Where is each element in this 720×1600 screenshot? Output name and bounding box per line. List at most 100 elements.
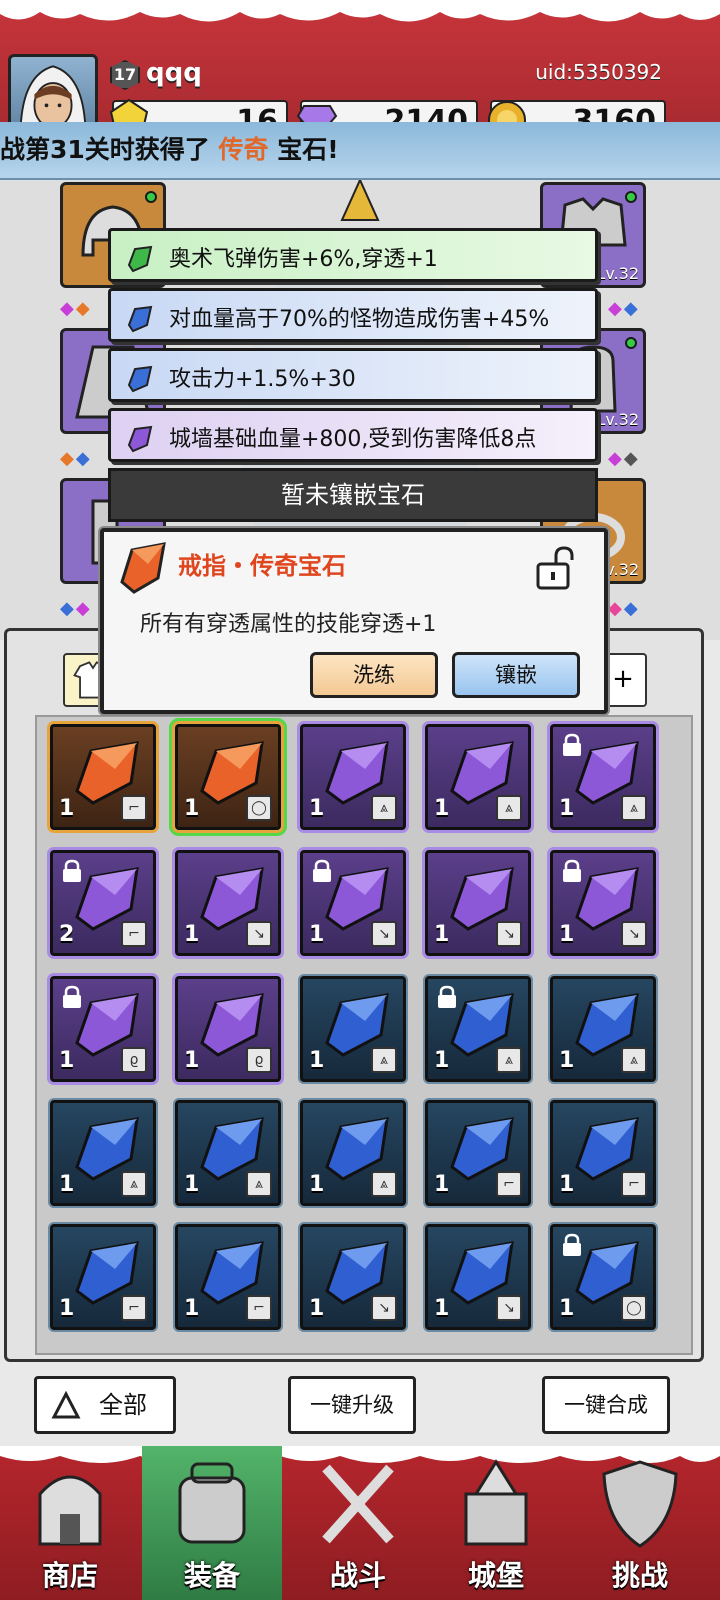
- slot-level: Lv.32: [596, 264, 639, 283]
- gem-sockets-right-2: ◆◆: [608, 448, 640, 469]
- nav-label: 战斗: [329, 1559, 386, 1592]
- gem-count: 1: [434, 796, 450, 821]
- gem-stat-text: 对血量高于70%的怪物造成伤害+45%: [169, 307, 550, 332]
- gem-cell[interactable]: 1 ⩓: [175, 1100, 281, 1206]
- gem-count: 1: [434, 1172, 450, 1197]
- green-gem-icon: [127, 245, 153, 273]
- armor-type-icon: ⩓: [371, 795, 397, 821]
- filter-all-button[interactable]: 全部: [34, 1376, 176, 1434]
- gem-cell[interactable]: 1 ⩓: [550, 976, 656, 1082]
- gem-count: 2: [59, 922, 75, 947]
- empty-gem-socket[interactable]: 暂未镶嵌宝石: [108, 468, 598, 522]
- gem-stat-text: 城墙基础血量+800,受到伤害降低8点: [169, 427, 537, 452]
- gem-count: 1: [184, 1296, 200, 1321]
- gem-count: 1: [309, 796, 325, 821]
- merge-all-button[interactable]: 一键合成: [542, 1376, 670, 1434]
- armor-type-icon: ⩓: [371, 1171, 397, 1197]
- gem-stat-row[interactable]: 奥术飞弹伤害+6%,穿透+1: [108, 228, 598, 282]
- gem-sockets-left-3: ◆◆: [60, 598, 92, 619]
- wand-type-icon: ↘: [246, 921, 272, 947]
- gem-stat-row[interactable]: 对血量高于70%的怪物造成伤害+45%: [108, 288, 598, 342]
- orange-gem-icon: [120, 542, 166, 594]
- gem-cell[interactable]: 1 ↘: [550, 850, 656, 956]
- gem-stat-text: 攻击力+1.5%+30: [169, 367, 356, 392]
- boot-type-icon: ⌐: [246, 1295, 272, 1321]
- gem-cell[interactable]: 1 ↘: [300, 1224, 406, 1330]
- refine-button[interactable]: 洗练: [310, 652, 438, 698]
- boot-type-icon: ⌐: [121, 1295, 147, 1321]
- gem-count: 1: [309, 922, 325, 947]
- backpack-icon: [178, 1462, 246, 1544]
- cloak-type-icon: ⩓: [496, 1047, 522, 1073]
- gem-cell[interactable]: 1 ⩓: [300, 1100, 406, 1206]
- gem-cell[interactable]: 1 ↘: [300, 850, 406, 956]
- gem-cell[interactable]: 1 ↘: [425, 850, 531, 956]
- gem-cell[interactable]: 1 ↘: [425, 1224, 531, 1330]
- gem-cell[interactable]: 1 ◯: [175, 724, 281, 830]
- gem-count: 1: [559, 1296, 575, 1321]
- nav-label: 挑战: [611, 1559, 668, 1592]
- gem-stat-row[interactable]: 攻击力+1.5%+30: [108, 348, 598, 402]
- popup-title: 戒指・传奇宝石: [178, 552, 346, 580]
- filter-label: 全部: [99, 1391, 147, 1419]
- nav-shop[interactable]: 商店: [0, 1446, 140, 1600]
- gem-cell[interactable]: 1 ⌐: [550, 1100, 656, 1206]
- gem-stat-row[interactable]: 城墙基础血量+800,受到伤害降低8点: [108, 408, 598, 462]
- gem-cell[interactable]: 1 ⌐: [425, 1100, 531, 1206]
- gem-count: 1: [559, 922, 575, 947]
- lock-icon: [438, 985, 456, 1008]
- inlay-button[interactable]: 镶嵌: [452, 652, 580, 698]
- announcement-highlight: 传奇: [218, 135, 269, 164]
- gem-count: 1: [434, 1048, 450, 1073]
- app-root: 17 qqq uid:5350392 16 2140 3160 战第31关时获得…: [0, 0, 720, 1600]
- nav-backpack[interactable]: 装备: [142, 1446, 282, 1600]
- gem-cell[interactable]: 1 ↘: [175, 850, 281, 956]
- shield-icon: [602, 1460, 678, 1548]
- lock-icon: [313, 859, 331, 882]
- upgrade-all-button[interactable]: 一键升级: [288, 1376, 416, 1434]
- gem-cell[interactable]: 1 ⩓: [50, 1100, 156, 1206]
- crossed-swords-icon: [322, 1464, 394, 1544]
- nav-castle[interactable]: 城堡: [426, 1446, 566, 1600]
- boot-type-icon: ⌐: [496, 1171, 522, 1197]
- necklace-type-icon: ϱ: [246, 1047, 272, 1073]
- gem-count: 1: [434, 1296, 450, 1321]
- nav-label: 商店: [41, 1559, 98, 1592]
- gem-count: 1: [309, 1172, 325, 1197]
- unlock-icon[interactable]: [534, 544, 578, 592]
- gem-cell[interactable]: 2 ⌐: [50, 850, 156, 956]
- cloak-type-icon: ⩓: [621, 1047, 647, 1073]
- gem-cell[interactable]: 1 ⩓: [300, 976, 406, 1082]
- gem-count: 1: [59, 1296, 75, 1321]
- gem-cell[interactable]: 1 ◯: [550, 1224, 656, 1330]
- nav-label: 装备: [183, 1559, 240, 1592]
- gem-cell[interactable]: 1 ⩓: [425, 976, 531, 1082]
- armor-type-icon: ⩓: [121, 1171, 147, 1197]
- player-uid: uid:5350392: [535, 60, 662, 84]
- boot-type-icon: ⌐: [621, 1171, 647, 1197]
- nav-crossed-swords[interactable]: 战斗: [288, 1446, 428, 1600]
- gem-cell[interactable]: 1 ⌐: [50, 1224, 156, 1330]
- gem-stat-text: 奥术飞弹伤害+6%,穿透+1: [169, 247, 438, 272]
- equipped-indicator: [625, 191, 637, 203]
- gem-cell[interactable]: 1 ⩓: [300, 724, 406, 830]
- triangle-up-icon: [51, 1391, 81, 1419]
- gem-count: 1: [59, 1172, 75, 1197]
- gem-cell[interactable]: 1ϱ: [175, 976, 281, 1082]
- snow-decoration: [0, 0, 720, 22]
- gem-cell[interactable]: 1 ⩓: [550, 724, 656, 830]
- gem-count: 1: [184, 796, 200, 821]
- gem-cell[interactable]: 1 ⩓: [425, 724, 531, 830]
- gem-sockets-left-2: ◆◆: [60, 448, 92, 469]
- lock-icon: [563, 733, 581, 756]
- gem-count: 1: [59, 1048, 75, 1073]
- gem-cell[interactable]: 1ϱ: [50, 976, 156, 1082]
- gem-count: 1: [184, 1048, 200, 1073]
- slot-level: Lv.32: [596, 410, 639, 429]
- necklace-type-icon: ϱ: [121, 1047, 147, 1073]
- gem-count: 1: [184, 922, 200, 947]
- nav-shield[interactable]: 挑战: [570, 1446, 710, 1600]
- wand-type-icon: ↘: [496, 1295, 522, 1321]
- gem-cell[interactable]: 1 ⌐: [175, 1224, 281, 1330]
- gem-cell[interactable]: 1 ⌐: [50, 724, 156, 830]
